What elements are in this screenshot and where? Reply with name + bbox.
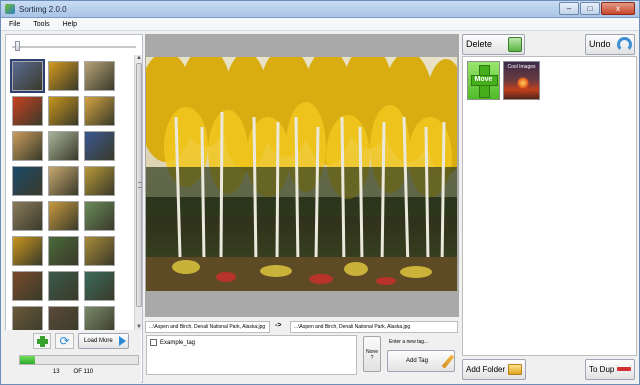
folder-cool-images-label: Cool Images xyxy=(507,64,536,70)
thumbnail-item[interactable] xyxy=(48,61,79,91)
tag-checkbox[interactable] xyxy=(150,339,157,346)
thumbnail-item[interactable] xyxy=(84,61,115,91)
add-tag-button[interactable]: Add Tag xyxy=(387,350,455,372)
window-controls: – □ x xyxy=(559,2,635,16)
app-window: Sortimg 2.0.0 – □ x File Tools Help ▲ ▼ … xyxy=(0,0,640,385)
thumbnail-item[interactable] xyxy=(48,166,79,196)
thumbnail-controls: ⟳ Load More 13 OF 110 xyxy=(5,330,141,383)
folder-cool-images[interactable]: Cool Images xyxy=(503,61,540,100)
maximize-button[interactable]: □ xyxy=(580,2,600,15)
thumbnail-item[interactable] xyxy=(48,271,79,301)
folder-list: Move Cool Images xyxy=(462,56,637,356)
thumbnail-item[interactable] xyxy=(12,236,43,266)
title-bar[interactable]: Sortimg 2.0.0 – □ x xyxy=(1,1,639,18)
thumbnail-item[interactable] xyxy=(84,166,115,196)
minus-icon xyxy=(617,367,631,371)
undo-label: Undo xyxy=(589,39,611,49)
load-more-button[interactable]: Load More xyxy=(78,333,129,349)
thumbnail-item[interactable] xyxy=(84,271,115,301)
sunset-thumbnail-icon xyxy=(517,77,529,89)
thumbnail-item[interactable] xyxy=(48,131,79,161)
minimize-button[interactable]: – xyxy=(559,2,579,15)
to-dup-button[interactable]: To Dup xyxy=(585,359,635,380)
thumbnail-item[interactable] xyxy=(84,131,115,161)
menu-bar: File Tools Help xyxy=(1,18,639,31)
tag-item[interactable]: Example_tag xyxy=(150,339,195,346)
load-more-arrow-icon xyxy=(119,336,126,346)
load-progress-bar xyxy=(19,355,139,365)
new-tag-box: Enter a new tag... Add Tag xyxy=(385,336,455,374)
total-count: OF 110 xyxy=(73,369,94,375)
add-images-button[interactable] xyxy=(33,333,51,349)
thumbnail-grid xyxy=(10,59,136,336)
progress-fill xyxy=(20,356,36,364)
path-row: ...\Aspen and Birch, Denali National Par… xyxy=(145,321,459,333)
tag-label: Example_tag xyxy=(160,339,196,346)
delete-label: Delete xyxy=(466,39,493,49)
menu-file[interactable]: File xyxy=(9,21,20,28)
thumbnail-item[interactable] xyxy=(84,201,115,231)
thumbnail-item[interactable] xyxy=(84,96,115,126)
load-more-label: Load More xyxy=(84,338,113,344)
thumbnail-size-slider-handle[interactable] xyxy=(15,41,20,51)
undo-arrow-icon xyxy=(617,37,632,52)
delete-button[interactable]: Delete xyxy=(462,34,525,55)
add-folder-button[interactable]: Add Folder xyxy=(462,359,526,380)
image-counter: 13 OF 110 xyxy=(5,369,141,375)
source-path-field[interactable]: ...\Aspen and Birch, Denali National Par… xyxy=(145,321,270,333)
window-title: Sortimg 2.0.0 xyxy=(19,5,67,14)
forest-photo xyxy=(146,57,457,291)
scrollbar-grip-icon xyxy=(138,182,142,188)
scrollbar-thumb[interactable] xyxy=(136,63,142,307)
destination-path-field[interactable]: ...\Aspen and Birch, Denali National Par… xyxy=(290,321,458,333)
none-sub-label: ? xyxy=(370,355,374,361)
thumbnail-size-slider-track[interactable] xyxy=(12,46,136,48)
tag-list: Example_tag xyxy=(146,335,357,375)
thumbnail-item[interactable] xyxy=(84,236,115,266)
menu-help[interactable]: Help xyxy=(63,21,77,28)
none-button[interactable]: None ? xyxy=(363,336,381,372)
recycle-icon xyxy=(508,37,522,52)
thumbnail-item[interactable] xyxy=(48,96,79,126)
path-arrow: -> xyxy=(275,322,282,329)
new-tag-input[interactable]: Enter a new tag... xyxy=(389,339,428,345)
undo-button[interactable]: Undo xyxy=(585,34,635,55)
thumbnail-item[interactable] xyxy=(12,201,43,231)
thumbnail-item[interactable] xyxy=(12,166,43,196)
to-dup-label: To Dup xyxy=(589,365,615,374)
thumbnail-item[interactable] xyxy=(48,236,79,266)
thumbnail-item[interactable] xyxy=(12,96,43,126)
thumbnail-scrollbar[interactable]: ▲ ▼ xyxy=(134,55,142,330)
preview-panel: ...\Aspen and Birch, Denali National Par… xyxy=(144,34,460,383)
preview-area xyxy=(145,34,459,317)
folder-move[interactable]: Move xyxy=(467,61,500,100)
folder-icon xyxy=(508,364,522,375)
menu-tools[interactable]: Tools xyxy=(33,21,49,28)
preview-image xyxy=(146,57,457,291)
add-folder-label: Add Folder xyxy=(466,365,506,374)
thumbnail-item[interactable] xyxy=(10,59,45,93)
thumbnail-item[interactable] xyxy=(48,201,79,231)
thumbnail-item[interactable] xyxy=(12,271,43,301)
thumbnail-item[interactable] xyxy=(12,131,43,161)
close-button[interactable]: x xyxy=(601,2,635,15)
add-tag-label: Add Tag xyxy=(406,358,428,364)
folders-panel: Delete Undo Move Cool Images Add Folder … xyxy=(461,34,638,383)
pencil-icon xyxy=(441,354,455,369)
folder-move-label: Move xyxy=(474,76,493,83)
refresh-button[interactable]: ⟳ xyxy=(55,333,74,349)
app-icon xyxy=(5,4,15,14)
current-count: 13 xyxy=(52,369,60,375)
scroll-up-arrow-icon[interactable]: ▲ xyxy=(136,55,142,61)
